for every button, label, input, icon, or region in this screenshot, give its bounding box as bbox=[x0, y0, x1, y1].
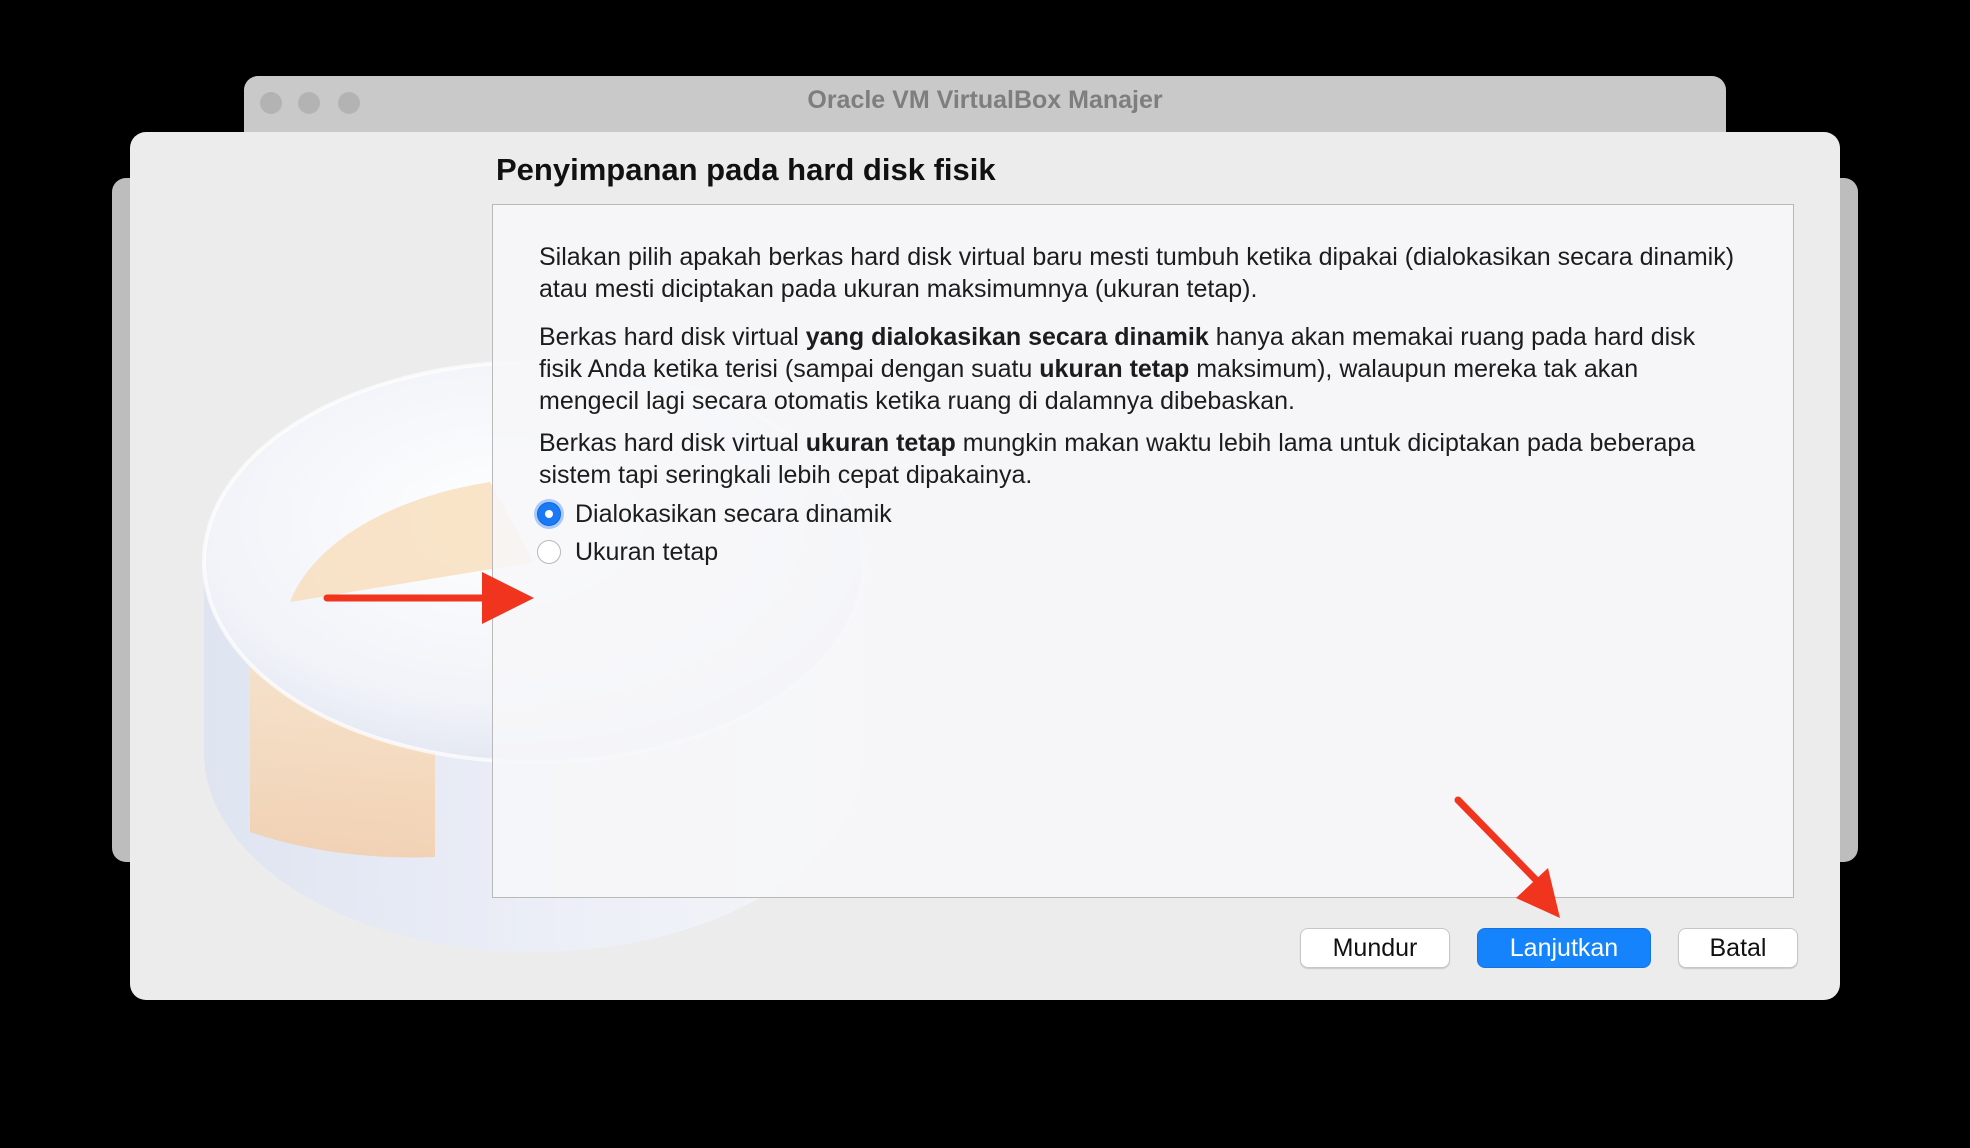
content-panel: Silakan pilih apakah berkas hard disk vi… bbox=[492, 204, 1794, 898]
next-button[interactable]: Lanjutkan bbox=[1477, 928, 1651, 968]
option-dynamic[interactable]: Dialokasikan secara dinamik bbox=[537, 497, 892, 531]
dynamic-radio-button[interactable] bbox=[537, 502, 561, 526]
fixed-radio-button[interactable] bbox=[537, 540, 561, 564]
cancel-button[interactable]: Batal bbox=[1678, 928, 1798, 968]
window-title: Oracle VM VirtualBox Manajer bbox=[807, 86, 1163, 114]
dynamic-option-label[interactable]: Dialokasikan secara dinamik bbox=[575, 500, 892, 529]
page-title: Penyimpanan pada hard disk fisik bbox=[496, 152, 996, 187]
option-fixed[interactable]: Ukuran tetap bbox=[537, 535, 718, 569]
fixed-description-paragraph: Berkas hard disk virtual ukuran tetap mu… bbox=[539, 429, 1696, 489]
dynamic-description-paragraph: Berkas hard disk virtual yang dialokasik… bbox=[539, 323, 1696, 415]
intro-paragraph: Silakan pilih apakah berkas hard disk vi… bbox=[539, 243, 1735, 303]
back-button[interactable]: Mundur bbox=[1300, 928, 1450, 968]
fixed-option-label[interactable]: Ukuran tetap bbox=[575, 538, 718, 567]
create-disk-dialog: Penyimpanan pada hard disk fisik Silakan… bbox=[130, 132, 1840, 1000]
